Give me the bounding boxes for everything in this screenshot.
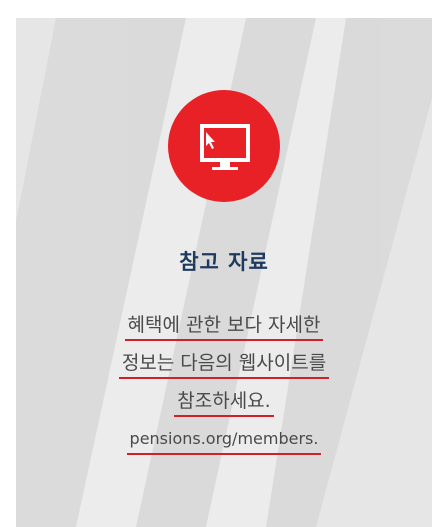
resources-card: 참고 자료 혜택에 관한 보다 자세한 정보는 다음의 웹사이트를 참조하세요.… [16,18,432,527]
card-description: 혜택에 관한 보다 자세한 정보는 다음의 웹사이트를 참조하세요. pensi… [16,312,432,464]
computer-monitor-icon [200,124,250,170]
pensions-website-link[interactable]: pensions.org/members. [126,426,322,455]
resource-icon-badge [168,90,280,202]
description-line-2: 정보는 다음의 웹사이트를 [118,350,330,379]
description-line-3: 참조하세요. [174,388,274,417]
description-line-1: 혜택에 관한 보다 자세한 [124,312,324,341]
card-title: 참고 자료 [179,250,269,274]
